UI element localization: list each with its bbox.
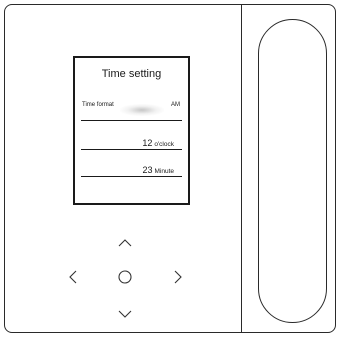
- separator-line: [81, 176, 182, 177]
- selection-highlight: [120, 104, 164, 116]
- circle-ok-icon[interactable]: [117, 269, 133, 285]
- separator-line: [81, 120, 182, 121]
- chevron-right-icon[interactable]: [173, 269, 183, 285]
- display-screen: Time setting Time format AM 12 o'clock 23…: [73, 56, 190, 205]
- handset-handle[interactable]: [258, 19, 327, 323]
- minute-unit: Minute: [154, 168, 174, 175]
- separator-line: [81, 149, 182, 150]
- chevron-up-icon[interactable]: [117, 238, 133, 248]
- chevron-down-icon[interactable]: [117, 309, 133, 319]
- screen-title: Time setting: [101, 68, 162, 80]
- panel-divider: [241, 5, 242, 333]
- time-format-value: AM: [171, 102, 180, 108]
- minute-value: 23: [142, 165, 153, 175]
- hour-value: 12: [142, 138, 153, 148]
- chevron-left-icon[interactable]: [68, 269, 78, 285]
- time-format-row[interactable]: Time format AM: [82, 102, 180, 116]
- time-format-label: Time format: [82, 102, 114, 108]
- hour-unit: o'clock: [154, 141, 174, 148]
